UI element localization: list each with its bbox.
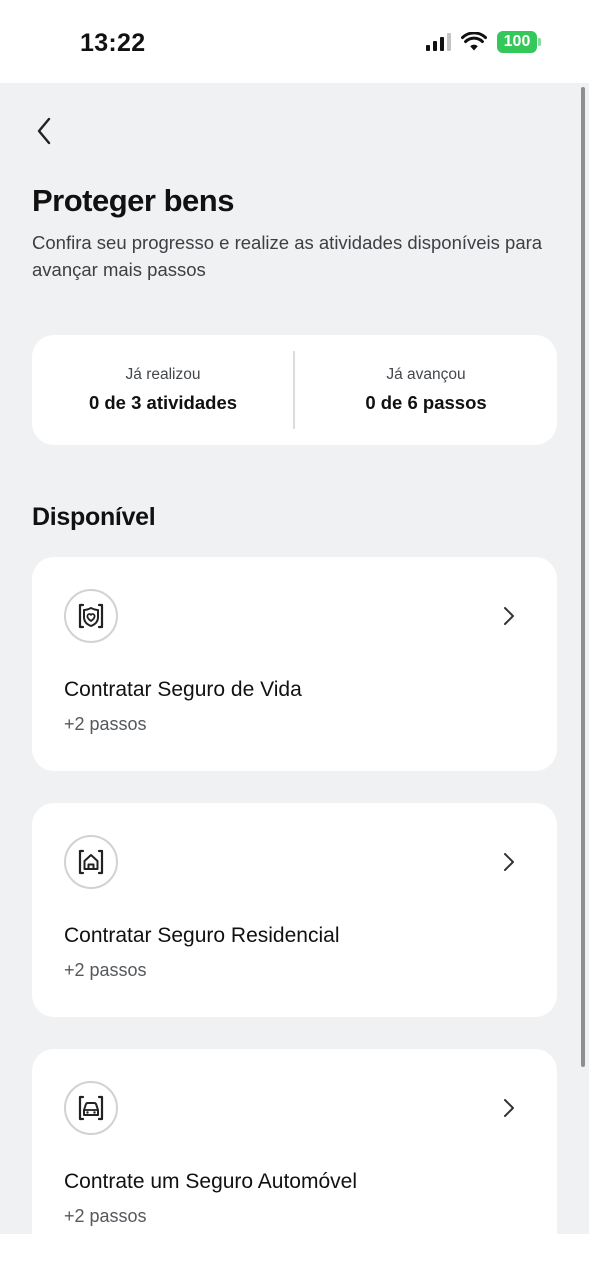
battery-icon: 100 — [497, 31, 541, 53]
activities-done-value: 0 de 3 atividades — [88, 392, 238, 413]
status-time: 13:22 — [80, 29, 146, 57]
activity-card-home-insurance[interactable]: Contratar Seguro Residencial +2 passos — [32, 803, 557, 1017]
section-title-available: Disponível — [32, 503, 156, 531]
chevron-right-icon — [499, 1096, 519, 1120]
wifi-icon — [461, 32, 487, 51]
steps-advanced: Já avançou 0 de 6 passos — [295, 335, 557, 445]
home-icon — [78, 849, 104, 875]
heart-shield-icon — [78, 603, 104, 629]
chevron-right-icon — [499, 850, 519, 874]
status-bar: 13:22 100 — [0, 0, 589, 83]
chevron-left-icon — [37, 117, 51, 145]
page-title: Proteger bens — [32, 183, 234, 218]
steps-advanced-label: Já avançou — [386, 366, 466, 383]
activity-icon-badge — [64, 1081, 118, 1135]
home-indicator-area — [0, 1234, 589, 1280]
steps-advanced-value: 0 de 6 passos — [365, 392, 487, 413]
activity-title: Contratar Seguro de Vida — [64, 678, 302, 701]
activity-card-car-insurance[interactable]: Contrate um Seguro Automóvel +2 passos — [32, 1049, 557, 1234]
activity-steps: +2 passos — [64, 1206, 147, 1226]
activity-title: Contrate um Seguro Automóvel — [64, 1170, 357, 1193]
progress-card: Já realizou 0 de 3 atividades Já avançou… — [32, 335, 557, 445]
scrollbar[interactable] — [581, 87, 585, 1067]
cellular-signal-icon — [426, 33, 451, 51]
status-icons: 100 — [426, 31, 541, 53]
activities-done: Já realizou 0 de 3 atividades — [32, 335, 294, 445]
activity-icon-badge — [64, 835, 118, 889]
page-subtitle: Confira seu progresso e realize as ativi… — [32, 232, 543, 280]
activity-icon-badge — [64, 589, 118, 643]
activity-card-life-insurance[interactable]: Contratar Seguro de Vida +2 passos — [32, 557, 557, 771]
activity-title: Contratar Seguro Residencial — [64, 924, 340, 947]
activity-steps: +2 passos — [64, 714, 147, 734]
chevron-right-icon — [499, 604, 519, 628]
activity-steps: +2 passos — [64, 960, 147, 980]
back-button[interactable] — [28, 115, 60, 147]
car-icon — [78, 1095, 104, 1121]
activities-done-label: Já realizou — [125, 366, 201, 383]
protect-assets-screen: Proteger bens Confira seu progresso e re… — [0, 83, 589, 1234]
